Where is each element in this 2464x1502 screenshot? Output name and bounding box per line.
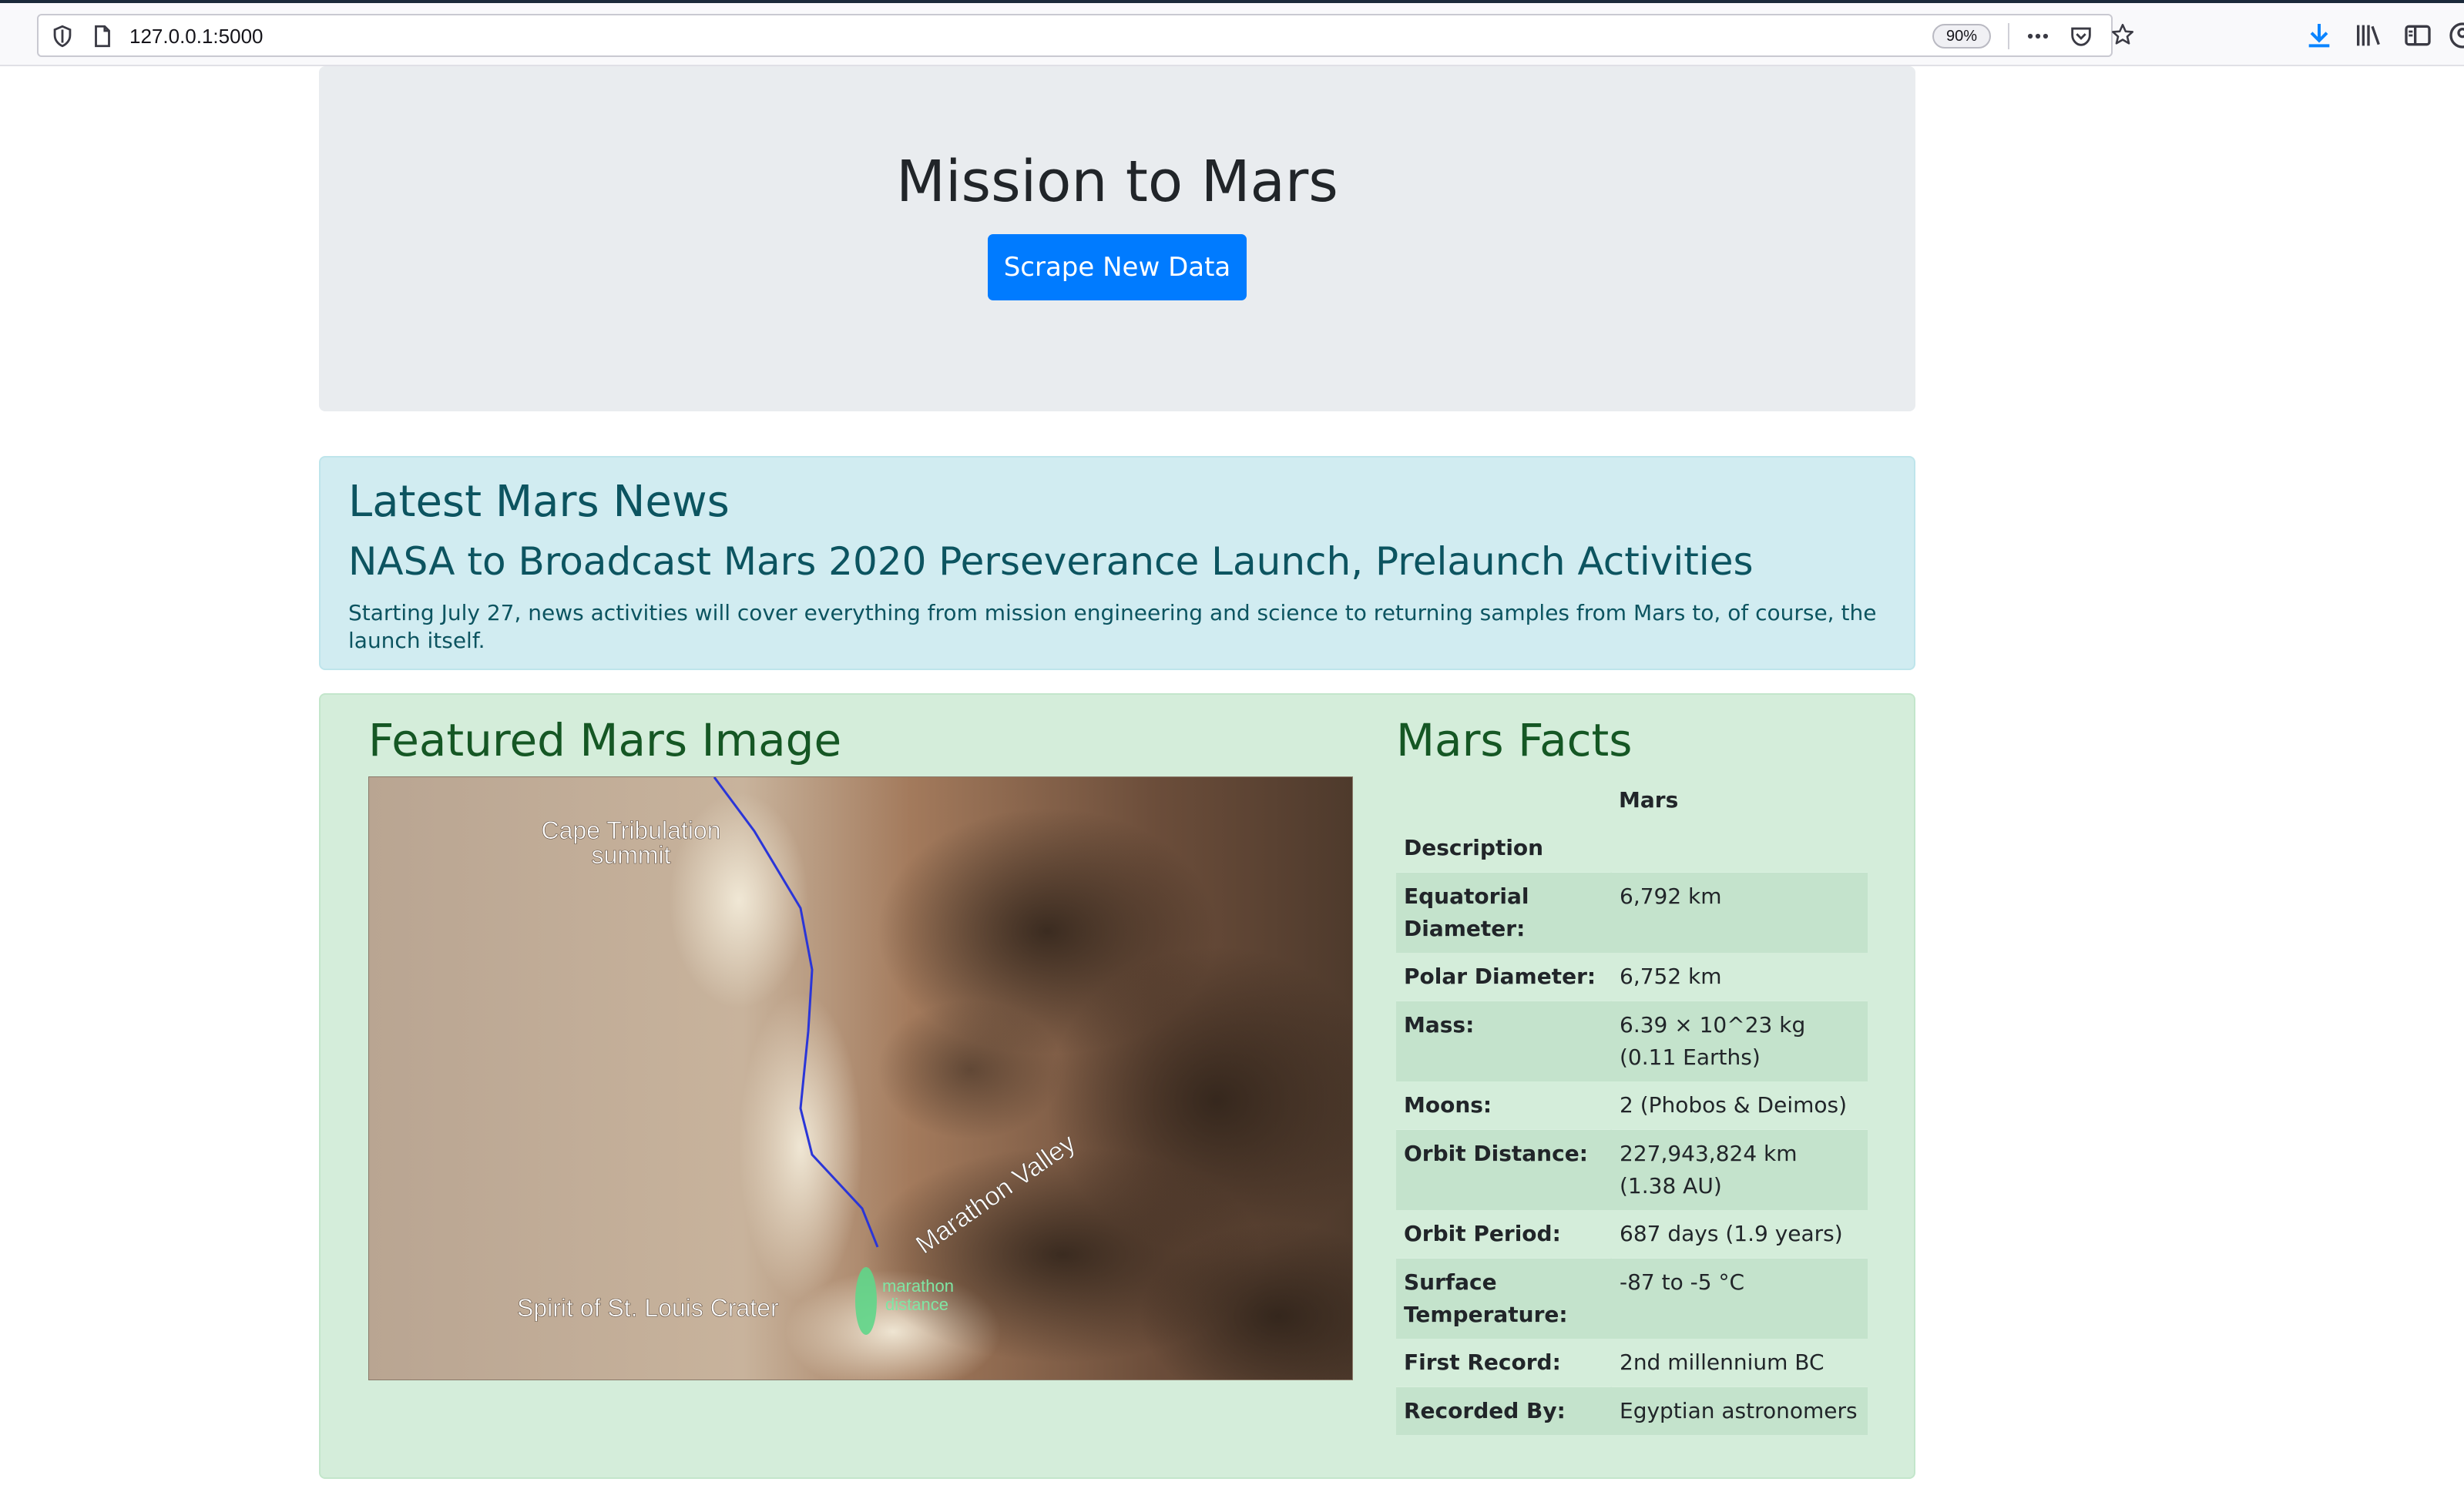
browser-toolbar: 127.0.0.1:5000 90% — [0, 3, 2464, 66]
star-icon[interactable] — [2110, 22, 2136, 48]
fact-value: 227,943,824 km (1.38 AU) — [1611, 1129, 1868, 1210]
page-title: Mission to Mars — [896, 149, 1338, 215]
shield-icon[interactable] — [49, 23, 76, 49]
featured-image-heading: Featured Mars Image — [368, 714, 842, 766]
fact-value: -87 to -5 °C — [1611, 1258, 1868, 1339]
mars-facts-heading: Mars Facts — [1396, 714, 1633, 766]
facts-header-blank — [1396, 776, 1611, 824]
more-icon[interactable] — [2025, 23, 2051, 49]
table-row: Recorded By: Egyptian astronomers — [1396, 1386, 1868, 1435]
news-title: NASA to Broadcast Mars 2020 Perseverance… — [348, 539, 1754, 584]
table-row: Orbit Period: 687 days (1.9 years) — [1396, 1210, 1868, 1259]
fact-label: Polar Diameter: — [1404, 964, 1596, 989]
jumbotron: Mission to Mars Scrape New Data — [319, 66, 1915, 411]
fact-value: 6,792 km — [1611, 872, 1868, 953]
facts-column-header: Mars — [1619, 787, 1679, 813]
label-spirit-crater: Spirit of St. Louis Crater — [517, 1294, 779, 1322]
account-icon[interactable] — [2447, 20, 2464, 51]
library-icon[interactable] — [2353, 20, 2384, 51]
fact-label: Surface Temperature: — [1396, 1258, 1611, 1339]
featured-section: Featured Mars Image Cape Tribulation sum… — [319, 693, 1915, 1479]
download-icon[interactable] — [2304, 20, 2335, 51]
fact-label: Orbit Period: — [1404, 1221, 1561, 1246]
fact-label: Moons: — [1404, 1092, 1492, 1118]
fact-label: Mass: — [1396, 1001, 1611, 1081]
table-row: Equatorial Diameter: 6,792 km — [1396, 872, 1868, 953]
table-row: First Record: 2nd millennium BC — [1396, 1339, 1868, 1387]
fact-value — [1611, 824, 1868, 873]
latest-news-panel: Latest Mars News NASA to Broadcast Mars … — [319, 456, 1915, 670]
scrape-new-data-button[interactable]: Scrape New Data — [988, 234, 1247, 300]
fact-label: Equatorial Diameter: — [1396, 872, 1611, 953]
label-distance: distance — [885, 1295, 948, 1314]
facts-header-row: Mars — [1396, 776, 1868, 824]
address-bar[interactable]: 127.0.0.1:5000 90% — [37, 14, 2134, 57]
fact-label: Orbit Distance: — [1396, 1129, 1611, 1210]
fact-label: First Record: — [1404, 1349, 1561, 1375]
fact-label: Recorded By: — [1396, 1386, 1611, 1435]
fact-value: 687 days (1.9 years) — [1620, 1221, 1843, 1246]
url-text[interactable]: 127.0.0.1:5000 — [129, 25, 264, 49]
table-row: Description — [1396, 824, 1868, 873]
zoom-badge[interactable]: 90% — [1932, 24, 1991, 49]
table-row: Surface Temperature: -87 to -5 °C — [1396, 1258, 1868, 1339]
label-marathon: marathon — [882, 1276, 954, 1296]
table-row: Orbit Distance: 227,943,824 km (1.38 AU) — [1396, 1129, 1868, 1210]
fact-value: 6,752 km — [1620, 964, 1722, 989]
label-cape-tribulation: Cape Tribulation — [541, 816, 720, 844]
page-icon[interactable] — [89, 23, 116, 49]
mars-terrain-image: Cape Tribulation summit Marathon Valley … — [369, 777, 1352, 1380]
news-heading: Latest Mars News — [348, 477, 730, 527]
pocket-icon[interactable] — [2068, 23, 2094, 49]
fact-label: Description — [1404, 835, 1544, 860]
fact-value: Egyptian astronomers — [1611, 1386, 1868, 1435]
fact-value: 2 (Phobos & Deimos) — [1620, 1092, 1848, 1118]
sidebar-icon[interactable] — [2402, 20, 2433, 51]
news-teaser: Starting July 27, news activities will c… — [348, 600, 1877, 653]
table-row: Moons: 2 (Phobos & Deimos) — [1396, 1081, 1868, 1130]
mars-facts-table: Mars Description Equatorial Diameter: 6,… — [1396, 776, 1868, 1435]
fact-value: 6.39 × 10^23 kg (0.11 Earths) — [1611, 1001, 1868, 1081]
table-row: Mass: 6.39 × 10^23 kg (0.11 Earths) — [1396, 1001, 1868, 1081]
fact-value: 2nd millennium BC — [1620, 1349, 1825, 1375]
urlbar-divider — [2008, 23, 2009, 49]
featured-mars-image: Cape Tribulation summit Marathon Valley … — [368, 776, 1353, 1380]
label-summit: summit — [591, 841, 670, 869]
table-row: Polar Diameter: 6,752 km — [1396, 953, 1868, 1001]
